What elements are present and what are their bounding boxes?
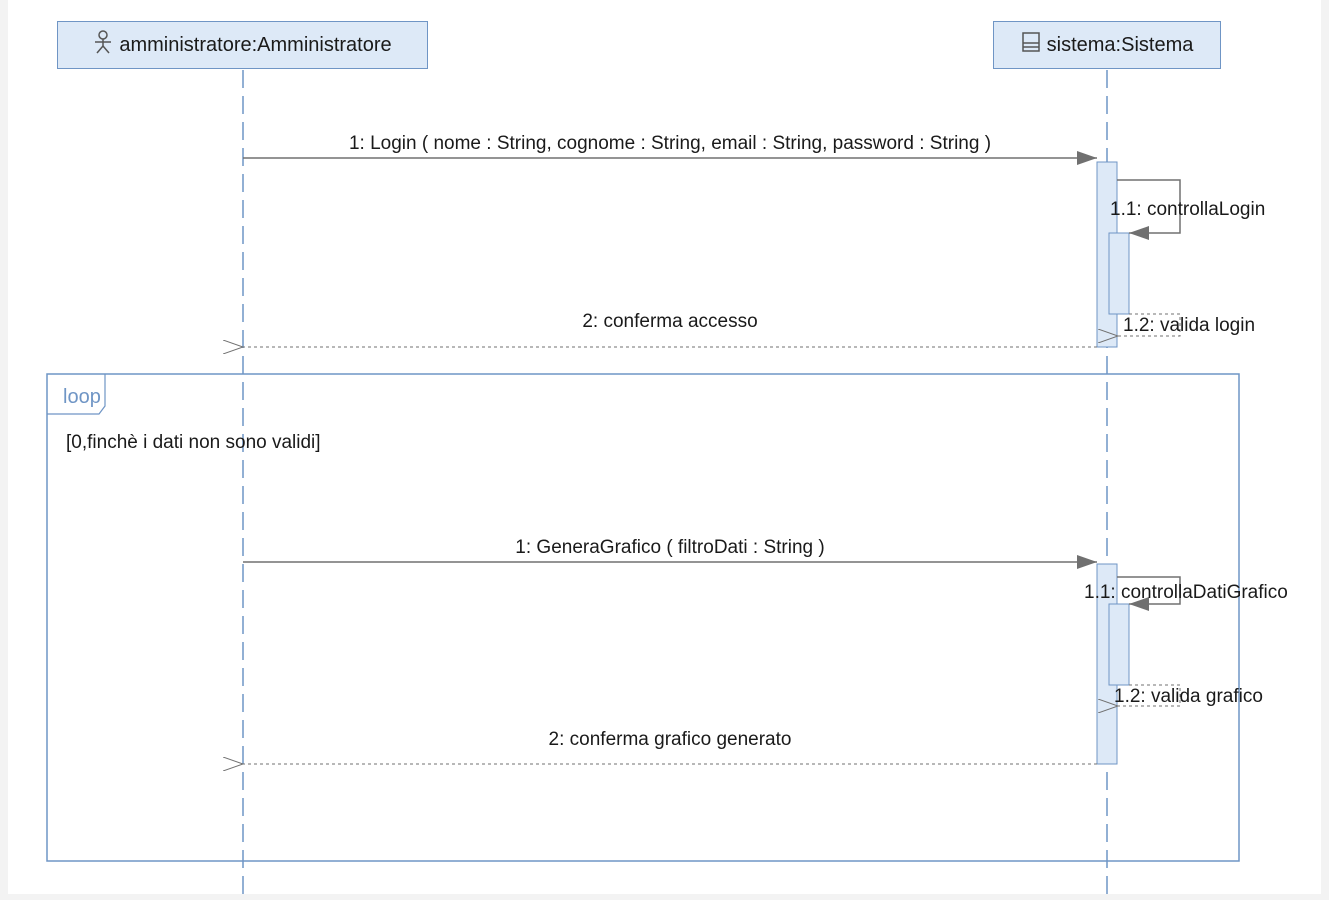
message-controlla-dati-label[interactable]: 1.1: controllaDatiGrafico bbox=[1084, 582, 1288, 604]
activation-controlla-login bbox=[1108, 232, 1130, 315]
message-conferma-grafico-label[interactable]: 2: conferma grafico generato bbox=[549, 729, 792, 751]
message-controlla-login-label[interactable]: 1.1: controllaLogin bbox=[1110, 199, 1265, 221]
loop-guard: [0,finchè i dati non sono validi] bbox=[66, 432, 321, 453]
lifeline-head-amministratore[interactable]: amministratore:Amministratore bbox=[57, 21, 428, 69]
lifeline-label: sistema:Sistema bbox=[1046, 33, 1194, 56]
loop-operator: loop bbox=[63, 386, 101, 408]
message-genera-grafico-label[interactable]: 1: GeneraGrafico ( filtroDati : String ) bbox=[515, 537, 824, 559]
diagram-canvas: amministratore:Amministratore sistema:Si… bbox=[8, 0, 1321, 894]
message-valida-grafico-label[interactable]: 1.2: valida grafico bbox=[1114, 686, 1263, 708]
message-valida-login-label[interactable]: 1.2: valida login bbox=[1123, 315, 1255, 337]
lifeline-head-sistema[interactable]: sistema:Sistema bbox=[993, 21, 1221, 69]
actor-icon bbox=[93, 30, 113, 60]
message-login-label[interactable]: 1: Login ( nome : String, cognome : Stri… bbox=[349, 133, 991, 155]
message-conferma-accesso-label[interactable]: 2: conferma accesso bbox=[582, 311, 757, 333]
lifeline-label: amministratore:Amministratore bbox=[119, 33, 392, 56]
class-icon bbox=[1021, 31, 1041, 59]
activation-controlla-dati bbox=[1108, 603, 1130, 686]
